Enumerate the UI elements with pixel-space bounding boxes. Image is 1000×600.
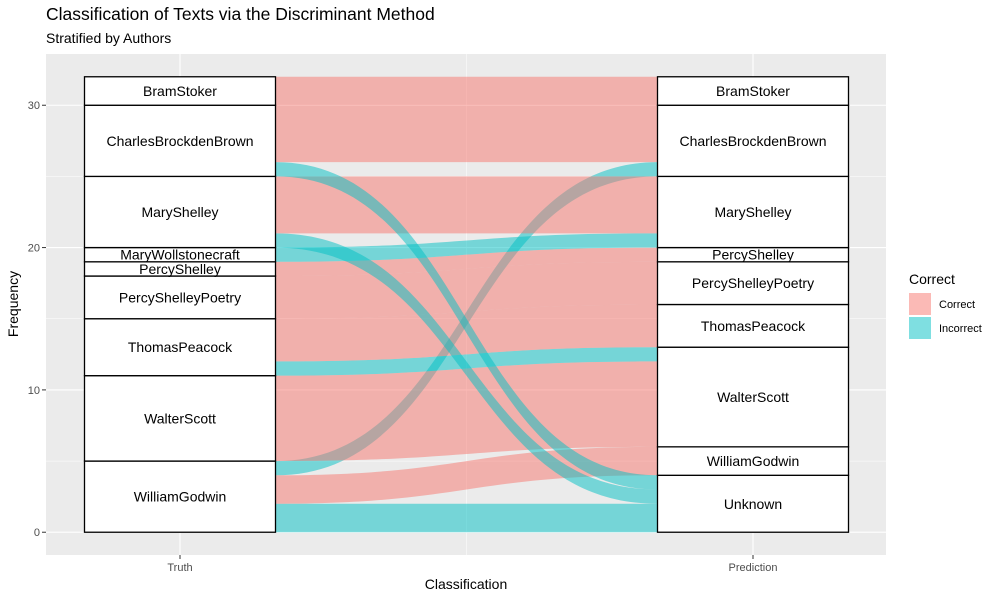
prediction-stratum-label: PercyShelleyPoetry xyxy=(692,275,814,291)
legend-label-correct: Correct xyxy=(939,299,975,311)
legend-label-incorrect: Incorrect xyxy=(939,323,982,335)
truth-stratum-PercyShelleyPoetry: PercyShelleyPoetry xyxy=(83,275,277,320)
flow-CharlesBrockdenBrown-to-CharlesBrockdenBrown xyxy=(275,105,658,163)
prediction-stratum-Unknown: Unknown xyxy=(656,474,850,533)
truth-stratum-MaryWollstonecraft: MaryWollstonecraft xyxy=(83,247,277,263)
truth-stratum-label: BramStoker xyxy=(143,83,217,99)
chart-figure: Classification of Texts via the Discrimi… xyxy=(0,0,1000,600)
prediction-stratum-MaryShelley: MaryShelley xyxy=(656,175,850,249)
prediction-stratum-label: MaryShelley xyxy=(714,204,791,220)
y-axis-title: Frequency xyxy=(5,271,21,337)
prediction-stratum-label: BramStoker xyxy=(716,83,790,99)
x-tick-label: Truth xyxy=(167,562,192,574)
truth-stratum-label: PercyShelley xyxy=(139,261,221,277)
truth-stratum-label: CharlesBrockdenBrown xyxy=(106,133,253,149)
flow-BramStoker-to-BramStoker xyxy=(275,76,658,106)
x-axis-title: Classification xyxy=(425,576,507,592)
truth-stratum-BramStoker: BramStoker xyxy=(83,76,277,106)
y-tick-label: 20 xyxy=(28,243,40,255)
legend-key-correct xyxy=(909,293,931,315)
prediction-stratum-label: WilliamGodwin xyxy=(707,453,800,469)
truth-stratum-label: WalterScott xyxy=(144,410,216,426)
alluvial-chart: WilliamGodwin WalterScott ThomasPeacock Per… xyxy=(5,54,982,592)
prediction-stratum-PercyShelleyPoetry: PercyShelleyPoetry xyxy=(656,261,850,306)
flow-WilliamGodwin-to-Unknown xyxy=(275,503,658,533)
prediction-stratum-label: CharlesBrockdenBrown xyxy=(679,133,826,149)
truth-stratum-MaryShelley: MaryShelley xyxy=(83,175,277,249)
prediction-stratum-label: Unknown xyxy=(724,496,782,512)
truth-stratum-WilliamGodwin: WilliamGodwin xyxy=(83,460,277,533)
x-tick-label: Prediction xyxy=(729,562,778,574)
truth-stratum-ThomasPeacock: ThomasPeacock xyxy=(83,318,277,377)
flows xyxy=(275,76,658,533)
prediction-stratum-WilliamGodwin: WilliamGodwin xyxy=(656,446,850,476)
truth-stratum-CharlesBrockdenBrown: CharlesBrockdenBrown xyxy=(83,104,277,178)
y-tick-label: 10 xyxy=(28,385,40,397)
prediction-stratum-label: ThomasPeacock xyxy=(701,318,806,334)
prediction-stratum-PercyShelley: PercyShelley xyxy=(656,247,850,263)
flow-WalterScott-to-WalterScott xyxy=(275,361,658,462)
legend: Correct Correct Incorrect xyxy=(909,271,982,339)
prediction-stratum-label: PercyShelley xyxy=(712,247,794,263)
prediction-stratum-label: WalterScott xyxy=(717,389,789,405)
prediction-stratum-BramStoker: BramStoker xyxy=(656,76,850,106)
truth-stratum-label: ThomasPeacock xyxy=(128,339,233,355)
truth-stratum-PercyShelley: PercyShelley xyxy=(83,261,277,277)
truth-stratum-label: PercyShelleyPoetry xyxy=(119,289,241,305)
legend-title: Correct xyxy=(909,271,955,287)
truth-stratum-label: WilliamGodwin xyxy=(134,489,227,505)
truth-stratum-WalterScott: WalterScott xyxy=(83,375,277,462)
prediction-stratum-CharlesBrockdenBrown: CharlesBrockdenBrown xyxy=(656,104,850,178)
prediction-stratum-WalterScott: WalterScott xyxy=(656,346,850,448)
legend-key-incorrect xyxy=(909,317,931,339)
prediction-stratum-ThomasPeacock: ThomasPeacock xyxy=(656,303,850,348)
truth-stratum-label: MaryWollstonecraft xyxy=(120,247,240,263)
truth-stratum-label: MaryShelley xyxy=(141,204,218,220)
y-tick-label: 30 xyxy=(28,100,40,112)
y-tick-label: 0 xyxy=(34,527,40,539)
